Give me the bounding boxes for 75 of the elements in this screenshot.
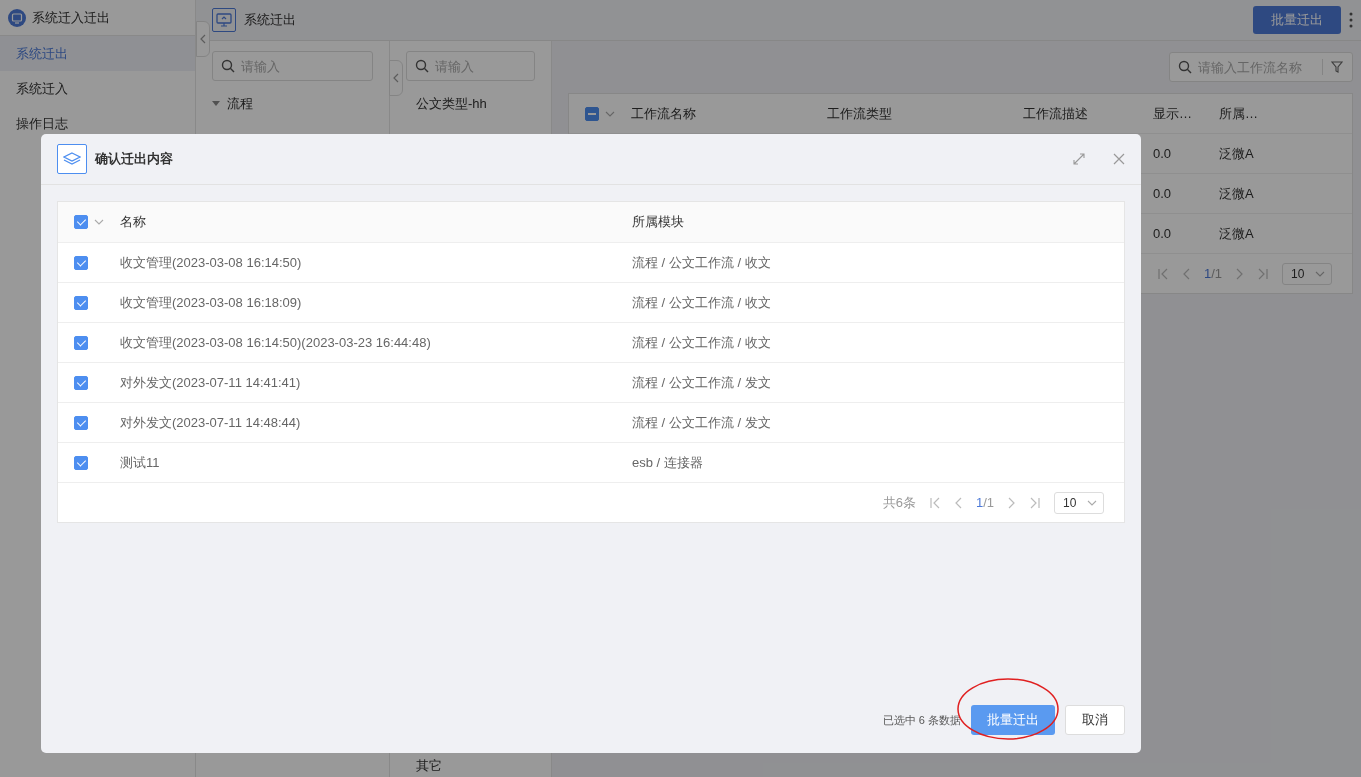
page-indicator: 1/1 [975,493,994,512]
table-cell: 收文管理(2023-03-08 16:14:50) [120,254,302,270]
column-header: 显示… [1153,104,1193,123]
next-page-icon[interactable] [1236,267,1244,280]
layers-icon [57,144,87,174]
column-header: 工作流类型 [827,104,893,123]
page-title: 系统迁出 [244,11,297,30]
column-header: 所属模块 [632,213,685,232]
checkbox[interactable] [74,455,88,470]
checkbox[interactable] [74,375,88,390]
search-icon [221,59,235,73]
checkbox[interactable] [74,215,88,229]
table-cell-text: 0.0 [1153,144,1173,163]
caret-down-icon[interactable] [212,100,220,107]
first-page-icon[interactable] [929,496,940,509]
checkbox[interactable] [74,335,88,350]
chevron-down-icon [605,110,615,117]
previous-page-icon[interactable] [953,496,962,509]
table-cell: 流程 / 公文工作流 / 发文 [632,374,771,390]
checkbox[interactable] [74,415,88,430]
last-page-icon[interactable] [1030,496,1040,509]
app-logo-icon [8,8,26,27]
expand-icon[interactable] [1073,153,1085,165]
collapse-tab[interactable] [196,21,210,57]
table-cell: 收文管理(2023-03-08 16:18:09) [120,294,302,310]
search-icon [1178,60,1192,74]
table-cell: 流程 / 公文工作流 / 收文 [632,334,771,350]
previous-page-icon[interactable] [1181,267,1190,280]
filter-icon[interactable] [1331,61,1343,73]
next-page-icon[interactable] [1008,496,1016,509]
collapse-tab[interactable] [389,60,403,96]
table-cell: 流程 / 公文工作流 / 收文 [632,254,771,270]
chevron-left-icon [200,34,206,44]
column-header: 工作流名称 [631,104,697,123]
table-cell: 测试11 [120,454,160,470]
page-size-select[interactable]: 10 [1054,491,1104,514]
table-cell: 收文管理(2023-03-08 16:14:50)(2023-03-23 16:44:48) [120,334,431,350]
chevron-down-icon [1315,270,1325,277]
column-header: 工作流描述 [1023,104,1089,123]
first-page-icon[interactable] [1157,267,1168,280]
table-cell: esb / 连接器 [632,454,703,470]
checkbox[interactable] [74,295,88,310]
page-indicator: 1/1 [1203,264,1222,283]
batch-export-button[interactable]: 批量迁出 [1253,6,1341,34]
monitor-icon [212,8,236,32]
chevron-down-icon [1087,499,1097,506]
chevron-down-icon [94,219,104,225]
more-options-icon[interactable] [1349,12,1353,28]
cancel-button[interactable]: 取消 [1065,705,1125,735]
total-count: 共6条 [882,493,916,512]
table-cell-text: 泛微A [1219,144,1254,163]
column-header: 名称 [120,213,147,232]
table-cell: 流程 / 公文工作流 / 发文 [632,414,771,430]
column-header: 所属… [1219,104,1259,123]
sidebar-item[interactable]: 系统迁入 [0,71,195,106]
table-cell-text: 0.0 [1153,184,1173,203]
table-cell: 流程 / 公文工作流 / 收文 [632,294,771,310]
table-cell-text: 泛微A [1219,224,1254,243]
chevron-left-icon [393,73,399,83]
close-icon[interactable] [1113,153,1125,165]
search-icon [415,59,429,73]
app-title: 系统迁入迁出 [32,8,110,27]
checkbox[interactable] [74,255,88,270]
last-page-icon[interactable] [1258,267,1268,280]
selection-summary: 已选中 6 条数据 [882,712,961,728]
table-cell-text: 0.0 [1153,224,1173,243]
checkbox[interactable] [585,106,599,121]
table-cell: 对外发文(2023-07-11 14:41:41) [120,374,301,390]
list-item[interactable]: 其它 [406,755,535,775]
tree-node[interactable]: 流程 [226,94,253,114]
table-cell: 对外发文(2023-07-11 14:48:44) [120,414,301,430]
page-size-select[interactable]: 10 [1282,262,1332,285]
dialog-title: 确认迁出内容 [95,150,174,169]
table-cell-text: 泛微A [1219,184,1254,203]
list-item[interactable]: 公文类型-hh [406,94,535,114]
